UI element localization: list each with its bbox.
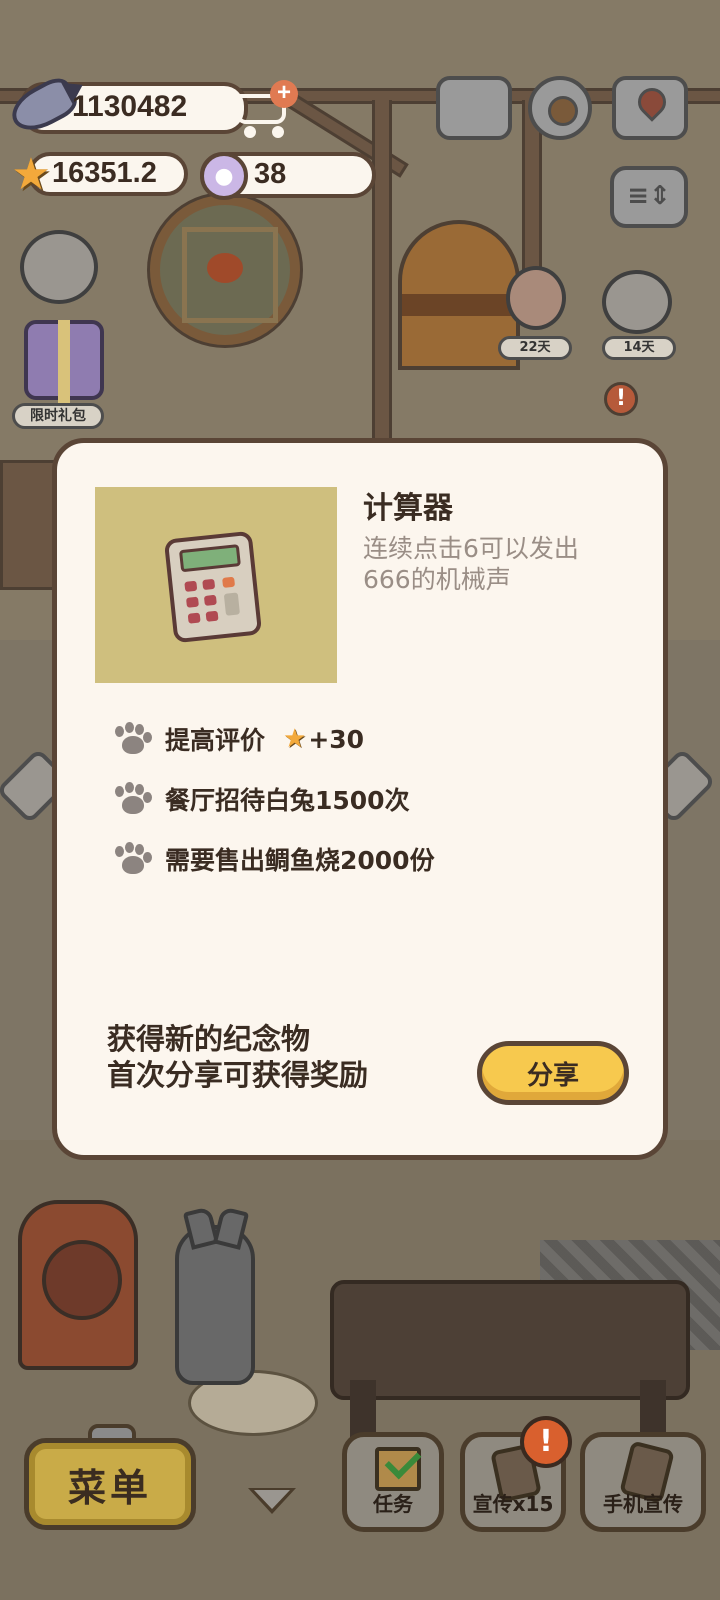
star-icon: ★ [11,149,51,200]
calculator-key [223,592,241,616]
coffee-grinder [18,1200,138,1370]
paw-icon [113,782,152,816]
checklist-icon [375,1447,421,1491]
shop-cart-button[interactable]: + [232,80,298,138]
promo-label: 宣传x15 [472,1492,554,1516]
requirement-row: 提高评价 ★ +30 [113,719,364,759]
support-post [372,100,392,440]
rating-value: 16351.2 [52,157,157,189]
cart-wheel [244,126,256,138]
calculator-key [203,594,217,606]
requirement-row: 餐厅招待白兔1500次 [113,779,410,819]
book-icon[interactable] [436,76,512,140]
calculator-key [184,580,198,592]
wall-shelf [0,460,56,590]
calculator-key [202,578,216,591]
task-label: 任务 [373,1492,413,1516]
calculator-key [205,610,219,622]
cat-character[interactable] [602,270,672,334]
share-message: 获得新的纪念物 首次分享可获得奖励 [107,1021,368,1093]
paw-icon [113,842,152,876]
calculator-screen [178,544,241,573]
paw-icon: ● [200,152,248,200]
calculator-key [187,612,201,624]
cart-wheel [272,126,284,138]
map-icon[interactable] [612,76,688,140]
cat-character[interactable] [20,230,98,304]
visitor-character[interactable] [506,266,566,330]
fish-currency-value: 1130482 [72,90,188,123]
chevron-down-icon[interactable] [244,1488,300,1522]
calculator-key [222,576,236,588]
requirement-text: 餐厅招待白兔1500次 [165,786,410,815]
item-description: 连续点击6可以发出666的机械声 [363,534,579,594]
gift-box-icon[interactable] [24,320,104,404]
souvenir-dialog: 计算器 连续点击6可以发出666的机械声 提高评价 ★ +30 餐厅招待白兔15… [52,438,668,1160]
requirement-row: 需要售出鲷鱼烧2000份 [113,839,435,879]
plus-icon: + [270,80,298,108]
exclamation-icon[interactable]: ! [604,382,638,416]
timer-badge: 14天 [602,336,676,360]
share-message-line: 首次分享可获得奖励 [107,1058,369,1092]
star-icon: ★ [283,724,307,754]
phone-promo-button[interactable]: 手机宣传 [580,1432,706,1532]
calculator-icon [163,530,263,644]
requirement-text: 需要售出鲷鱼烧2000份 [165,846,435,875]
requirement-text: 提高评价 [165,726,266,755]
task-button[interactable]: 任务 [342,1432,444,1532]
phone-promo-label: 手机宣传 [603,1492,683,1516]
share-message-line: 获得新的纪念物 [107,1022,311,1056]
dog-character[interactable] [175,1225,255,1385]
paw-icon [113,722,152,756]
gear-icon[interactable] [528,76,592,140]
sort-icon[interactable]: ≡⇕ [610,166,688,228]
paw-token-value: 38 [254,158,287,190]
share-button[interactable]: 分享 [477,1041,629,1105]
item-image [95,487,337,683]
rating-reward: +30 [308,724,365,754]
exclamation-icon: ! [520,1416,572,1468]
menu-button[interactable]: 菜单 [24,1438,196,1530]
calculator-key [185,596,199,608]
gift-pack-label[interactable]: 限时礼包 [12,403,104,429]
timer-badge: 22天 [498,336,572,360]
round-window [150,195,300,345]
menu-label: 菜单 [67,1465,152,1510]
item-name: 计算器 [363,491,453,526]
dining-table [330,1280,690,1400]
